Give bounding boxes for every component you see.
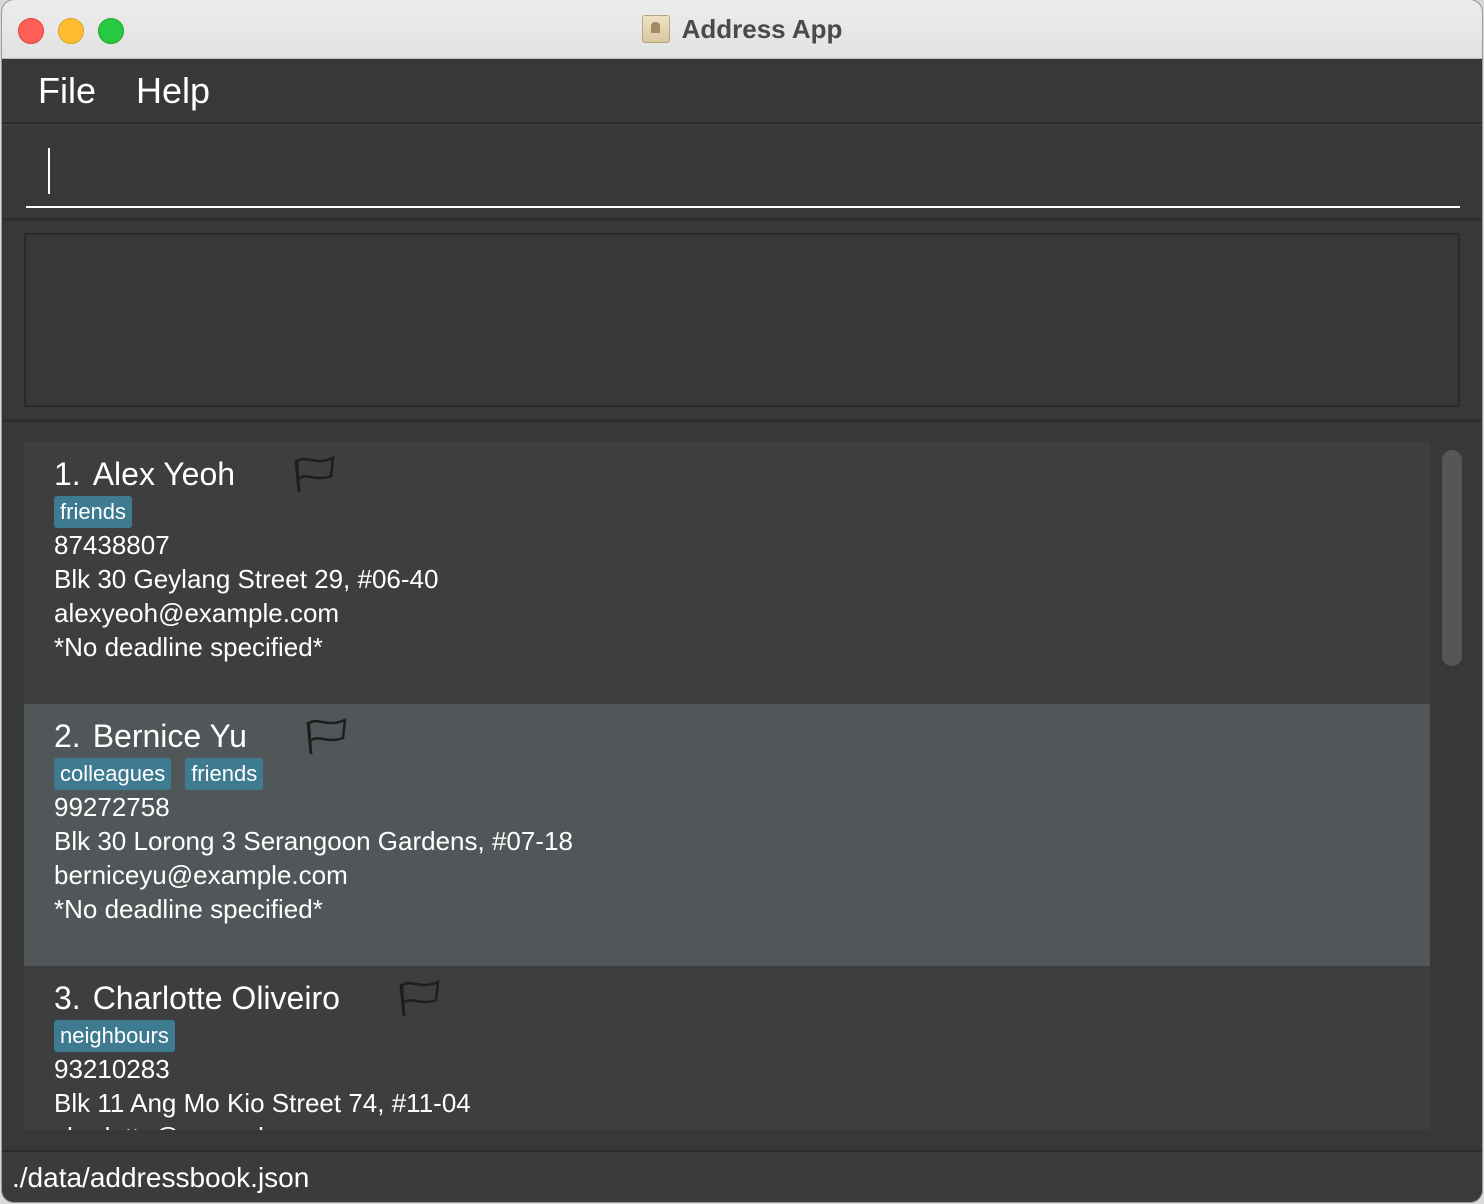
person-address: Blk 30 Lorong 3 Serangoon Gardens, #07-1… (54, 826, 573, 856)
person-email: alexyeoh@example.com (54, 598, 340, 628)
flag-icon[interactable] (293, 454, 337, 494)
person-name-row: 1. Alex Yeoh (54, 454, 1430, 494)
flag-icon[interactable] (305, 716, 349, 756)
person-email: berniceyu@example.com (54, 860, 348, 890)
person-phone: 93210283 (54, 1054, 170, 1084)
result-display-panel (2, 221, 1482, 422)
person-card[interactable]: 3. Charlotte Oliveiro neighbours 93210283 Bl… (24, 966, 1430, 1130)
list-scrollbar[interactable] (1442, 450, 1462, 666)
window-title-group: Address App (2, 0, 1482, 58)
address-book-icon (641, 15, 670, 43)
menu-help[interactable]: Help (136, 70, 210, 112)
title-bar: Address App (2, 0, 1482, 59)
command-input[interactable] (26, 146, 1460, 208)
person-index: 1. (54, 455, 81, 492)
result-display (24, 233, 1460, 407)
person-card[interactable]: 1. Alex Yeoh friends 87438807 Blk 30 Geylang… (24, 442, 1430, 704)
person-deadline: *No deadline specified* (54, 632, 323, 662)
tag-list: friends (54, 496, 1430, 528)
save-location: ./data/addressbook.json (12, 1162, 310, 1193)
person-index: 2. (54, 717, 81, 754)
person-list[interactable]: 1. Alex Yeoh friends 87438807 Blk 30 Geylang… (24, 442, 1430, 1130)
tag-badge: friends (54, 496, 133, 528)
tag-list: neighbours (54, 1020, 1430, 1052)
menu-bar: File Help (2, 59, 1482, 124)
person-phone: 87438807 (54, 530, 170, 560)
person-address: Blk 11 Ang Mo Kio Street 74, #11-04 (54, 1088, 471, 1118)
app-window: Address App File Help 1. Alex Yeoh friends… (2, 0, 1482, 1202)
person-name: Bernice Yu (92, 717, 247, 754)
tag-badge: colleagues (54, 758, 172, 790)
person-name-row: 3. Charlotte Oliveiro (54, 978, 1430, 1018)
menu-file[interactable]: File (38, 70, 96, 112)
person-list-panel: 1. Alex Yeoh friends 87438807 Blk 30 Geylang… (2, 422, 1482, 1150)
person-deadline: *No deadline specified* (54, 894, 323, 924)
tag-badge: neighbours (54, 1020, 175, 1052)
person-name: Charlotte Oliveiro (92, 979, 340, 1016)
person-name: Alex Yeoh (92, 455, 236, 492)
person-name-row: 2. Bernice Yu (54, 716, 1430, 756)
status-bar: ./data/addressbook.json (2, 1150, 1482, 1202)
text-caret (48, 148, 50, 194)
tag-badge: friends (185, 758, 264, 790)
person-email: charlotte@example.com (54, 1120, 1430, 1130)
command-box (2, 126, 1482, 221)
person-card[interactable]: 2. Bernice Yu colleagues friends 99272758 Blk… (24, 704, 1430, 966)
person-phone: 99272758 (54, 792, 170, 822)
flag-icon[interactable] (398, 978, 442, 1018)
person-address: Blk 30 Geylang Street 29, #06-40 (54, 564, 439, 594)
person-index: 3. (54, 979, 81, 1016)
window-title: Address App (681, 13, 843, 44)
tag-list: colleagues friends (54, 758, 1430, 790)
